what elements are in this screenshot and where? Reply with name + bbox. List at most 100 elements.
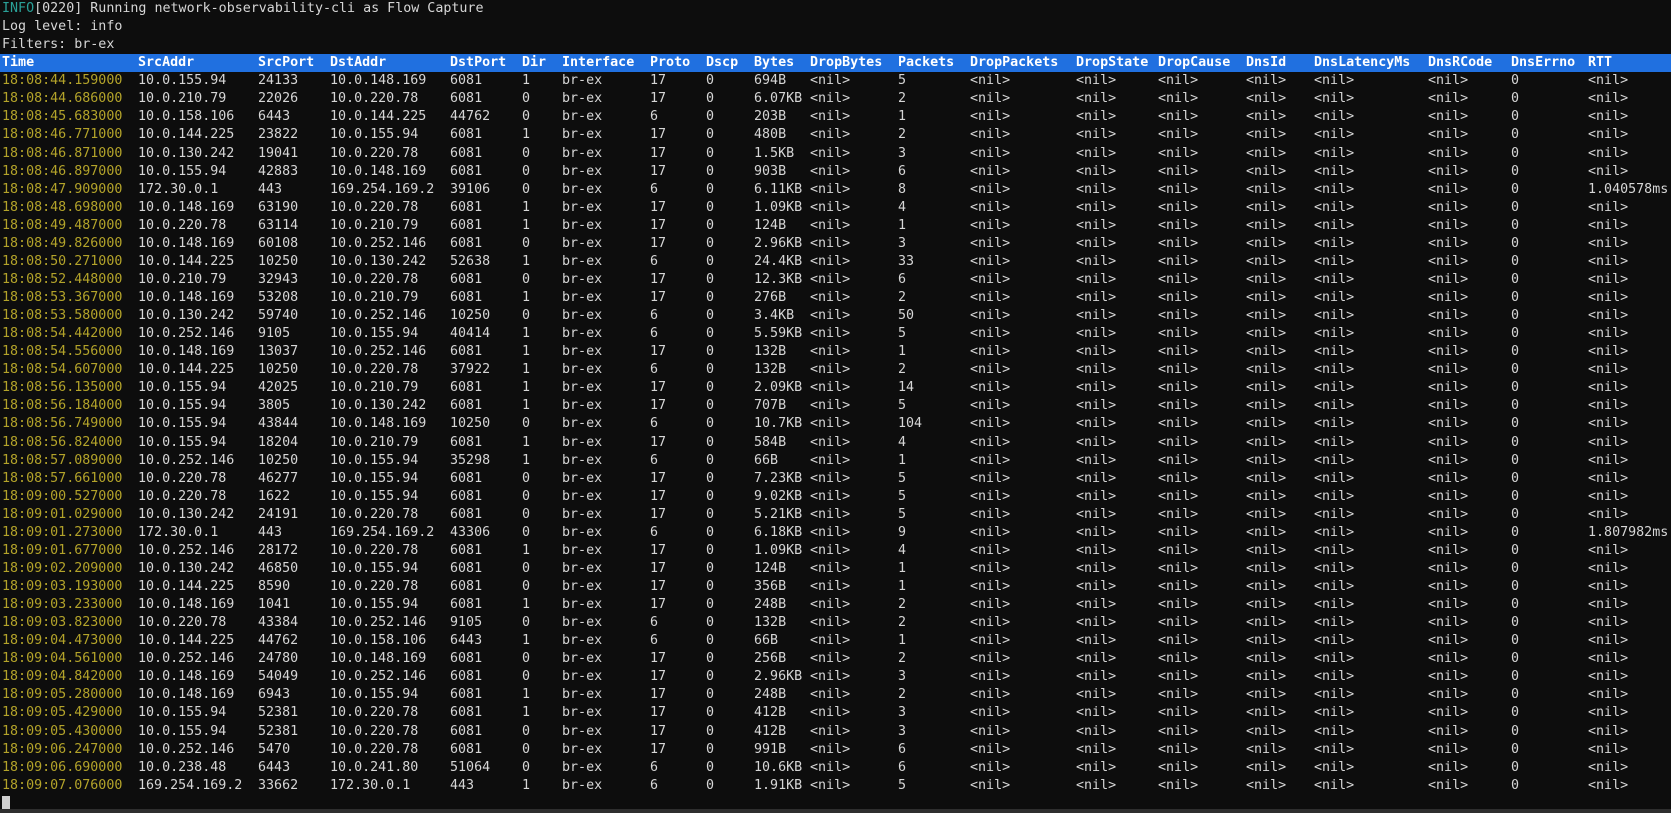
flow-cell-dropstate: <nil> bbox=[1076, 289, 1116, 307]
flow-cell-dnsrcode: <nil> bbox=[1428, 686, 1468, 704]
flow-cell-rtt: <nil> bbox=[1588, 199, 1628, 217]
flow-cell-dnserrno: 0 bbox=[1511, 470, 1519, 488]
flow-cell-packets: 2 bbox=[898, 686, 906, 704]
flow-cell-dropbytes: <nil> bbox=[810, 325, 850, 343]
flow-cell-bytes: 5.59KB bbox=[754, 325, 802, 343]
flow-cell-dstport: 10250 bbox=[450, 307, 490, 325]
flow-cell-dropbytes: <nil> bbox=[810, 542, 850, 560]
flow-row-timestamp: 18:09:05.430000 bbox=[2, 723, 122, 741]
flow-cell-srcport: 23822 bbox=[258, 126, 298, 144]
flow-cell-dnslatencyms: <nil> bbox=[1314, 614, 1354, 632]
flow-cell-dstport: 43306 bbox=[450, 524, 490, 542]
flow-cell-dstport: 6081 bbox=[450, 343, 482, 361]
flow-cell-proto: 6 bbox=[650, 361, 658, 379]
flow-cell-srcport: 6943 bbox=[258, 686, 290, 704]
column-header-dstport: DstPort bbox=[450, 54, 506, 72]
flow-cell-proto: 17 bbox=[650, 72, 666, 90]
flow-cell-srcaddr: 10.0.130.242 bbox=[138, 145, 234, 163]
flow-row-timestamp: 18:09:04.842000 bbox=[2, 668, 122, 686]
flow-cell-rtt: <nil> bbox=[1588, 253, 1628, 271]
flow-cell-dnsid: <nil> bbox=[1246, 271, 1286, 289]
flow-row-timestamp: 18:08:46.871000 bbox=[2, 145, 122, 163]
flow-cell-dropbytes: <nil> bbox=[810, 668, 850, 686]
flow-cell-dir: 0 bbox=[522, 668, 530, 686]
flow-cell-dnsrcode: <nil> bbox=[1428, 470, 1468, 488]
flow-cell-bytes: 6.07KB bbox=[754, 90, 802, 108]
flow-cell-dropcause: <nil> bbox=[1158, 614, 1198, 632]
flow-cell-srcport: 19041 bbox=[258, 145, 298, 163]
flow-cell-proto: 6 bbox=[650, 524, 658, 542]
flow-cell-dstaddr: 10.0.155.94 bbox=[330, 126, 418, 144]
flow-cell-dropbytes: <nil> bbox=[810, 506, 850, 524]
flow-cell-proto: 6 bbox=[650, 415, 658, 433]
flow-cell-srcport: 10250 bbox=[258, 452, 298, 470]
flow-cell-interface: br-ex bbox=[562, 343, 602, 361]
flow-cell-dnslatencyms: <nil> bbox=[1314, 325, 1354, 343]
flow-cell-dnserrno: 0 bbox=[1511, 379, 1519, 397]
flow-cell-interface: br-ex bbox=[562, 253, 602, 271]
flow-cell-dropbytes: <nil> bbox=[810, 596, 850, 614]
flow-cell-packets: 3 bbox=[898, 668, 906, 686]
flow-cell-dropstate: <nil> bbox=[1076, 704, 1116, 722]
flow-cell-dir: 1 bbox=[522, 686, 530, 704]
flow-cell-interface: br-ex bbox=[562, 723, 602, 741]
log-line-startup: INFO[0220] Running network-observability… bbox=[0, 0, 1671, 18]
flow-cell-srcport: 443 bbox=[258, 524, 282, 542]
column-header-packets: Packets bbox=[898, 54, 954, 72]
flow-cell-dnserrno: 0 bbox=[1511, 704, 1519, 722]
flow-cell-rtt: <nil> bbox=[1588, 90, 1628, 108]
flow-cell-droppackets: <nil> bbox=[970, 488, 1010, 506]
flow-row-timestamp: 18:09:01.029000 bbox=[2, 506, 122, 524]
flow-row: 18:08:49.82600010.0.148.1696010810.0.252… bbox=[0, 235, 1671, 253]
flow-cell-dnsid: <nil> bbox=[1246, 397, 1286, 415]
flow-cell-dropcause: <nil> bbox=[1158, 181, 1198, 199]
flow-cell-dropbytes: <nil> bbox=[810, 199, 850, 217]
flow-cell-bytes: 694B bbox=[754, 72, 786, 90]
flow-cell-droppackets: <nil> bbox=[970, 163, 1010, 181]
flow-cell-dstaddr: 10.0.155.94 bbox=[330, 560, 418, 578]
flow-cell-dscp: 0 bbox=[706, 542, 714, 560]
flow-cell-dnsid: <nil> bbox=[1246, 163, 1286, 181]
flow-cell-rtt: <nil> bbox=[1588, 108, 1628, 126]
flow-cell-dropstate: <nil> bbox=[1076, 434, 1116, 452]
flow-cell-dscp: 0 bbox=[706, 199, 714, 217]
flow-cell-srcaddr: 10.0.130.242 bbox=[138, 560, 234, 578]
flow-row-timestamp: 18:09:03.193000 bbox=[2, 578, 122, 596]
flow-cell-interface: br-ex bbox=[562, 90, 602, 108]
flow-row-timestamp: 18:08:50.271000 bbox=[2, 253, 122, 271]
flow-cell-srcaddr: 10.0.155.94 bbox=[138, 379, 226, 397]
flow-cell-packets: 6 bbox=[898, 163, 906, 181]
flow-cell-dscp: 0 bbox=[706, 759, 714, 777]
flow-cell-dstaddr: 10.0.220.78 bbox=[330, 271, 418, 289]
terminal-screen[interactable]: INFO[0220] Running network-observability… bbox=[0, 0, 1671, 813]
flow-cell-interface: br-ex bbox=[562, 289, 602, 307]
flow-cell-interface: br-ex bbox=[562, 578, 602, 596]
flow-cell-proto: 17 bbox=[650, 217, 666, 235]
flow-cell-dropcause: <nil> bbox=[1158, 307, 1198, 325]
flow-row: 18:08:46.87100010.0.130.2421904110.0.220… bbox=[0, 145, 1671, 163]
flow-cell-rtt: <nil> bbox=[1588, 452, 1628, 470]
flow-row: 18:08:45.68300010.0.158.106644310.0.144.… bbox=[0, 108, 1671, 126]
flow-cell-dnslatencyms: <nil> bbox=[1314, 72, 1354, 90]
column-header-bytes: Bytes bbox=[754, 54, 794, 72]
flow-cell-dstaddr: 169.254.169.2 bbox=[330, 181, 434, 199]
flow-cell-dir: 1 bbox=[522, 379, 530, 397]
flow-cell-dstaddr: 10.0.220.78 bbox=[330, 361, 418, 379]
flow-cell-packets: 1 bbox=[898, 578, 906, 596]
flow-cell-rtt: <nil> bbox=[1588, 145, 1628, 163]
flow-cell-dstaddr: 10.0.148.169 bbox=[330, 415, 426, 433]
flow-cell-dropcause: <nil> bbox=[1158, 72, 1198, 90]
flow-cell-dstaddr: 10.0.158.106 bbox=[330, 632, 426, 650]
flow-cell-srcport: 52381 bbox=[258, 704, 298, 722]
flow-cell-dscp: 0 bbox=[706, 397, 714, 415]
flow-cell-dnserrno: 0 bbox=[1511, 759, 1519, 777]
flow-cell-dnsrcode: <nil> bbox=[1428, 397, 1468, 415]
flow-table-header-row: TimeSrcAddrSrcPortDstAddrDstPortDirInter… bbox=[0, 54, 1671, 72]
flow-cell-interface: br-ex bbox=[562, 108, 602, 126]
flow-cell-dnslatencyms: <nil> bbox=[1314, 361, 1354, 379]
flow-cell-srcaddr: 10.0.130.242 bbox=[138, 506, 234, 524]
flow-cell-interface: br-ex bbox=[562, 741, 602, 759]
flow-cell-dropcause: <nil> bbox=[1158, 145, 1198, 163]
flow-row: 18:08:56.74900010.0.155.944384410.0.148.… bbox=[0, 415, 1671, 433]
flow-cell-droppackets: <nil> bbox=[970, 777, 1010, 795]
